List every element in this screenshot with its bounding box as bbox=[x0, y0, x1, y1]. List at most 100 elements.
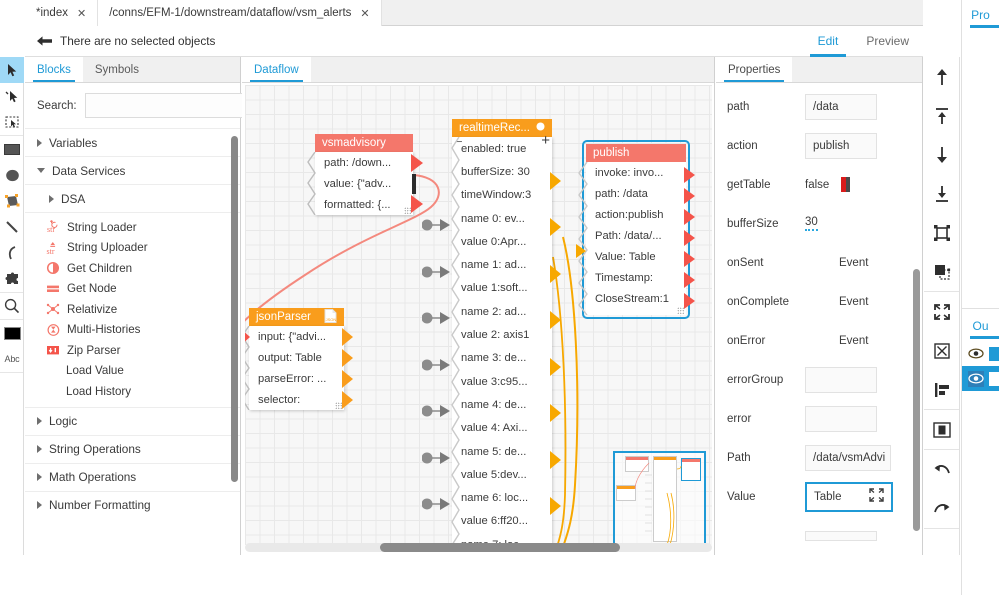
node-jsonparser[interactable]: jsonParser JSON input: {"advi... output:… bbox=[245, 308, 353, 410]
node-row[interactable]: name 1: ad... bbox=[452, 253, 552, 276]
tree-group-math-operations[interactable]: Math Operations bbox=[25, 462, 240, 491]
close-icon[interactable]: ✕ bbox=[360, 7, 369, 20]
tab-blocks[interactable]: Blocks bbox=[25, 57, 83, 82]
block-item-load-value[interactable]: Load Value bbox=[25, 361, 240, 382]
polygon-tool[interactable] bbox=[0, 188, 24, 214]
node-row[interactable]: value 6:ff20... bbox=[452, 510, 552, 533]
node-row[interactable]: Path: /data/... bbox=[586, 225, 686, 246]
resize-grip[interactable] bbox=[335, 402, 342, 409]
node-row[interactable]: invoke: invo... bbox=[586, 162, 686, 183]
tab-properties[interactable]: Properties bbox=[716, 57, 793, 82]
align-bottom-icon[interactable] bbox=[924, 135, 960, 174]
fit-to-screen-icon[interactable] bbox=[924, 292, 960, 331]
input-ports[interactable] bbox=[245, 326, 250, 410]
node-row[interactable]: formatted: {... bbox=[315, 194, 413, 215]
node-row[interactable]: name 2: ad... bbox=[452, 300, 552, 323]
back-arrow-icon[interactable] bbox=[37, 35, 52, 47]
tab-properties-partial[interactable]: Pro bbox=[962, 0, 999, 30]
node-row[interactable]: value 4: Axi... bbox=[452, 417, 552, 440]
node-row[interactable]: value: {"adv... bbox=[315, 173, 413, 194]
oncomplete-event[interactable]: Event bbox=[839, 296, 868, 308]
error-field[interactable] bbox=[805, 405, 877, 432]
marquee-select-tool[interactable] bbox=[0, 109, 24, 135]
resize-grip[interactable] bbox=[404, 207, 411, 214]
block-item-multi-histories[interactable]: Multi-Histories bbox=[25, 320, 240, 341]
ungroup-icon[interactable] bbox=[924, 252, 960, 291]
node-row[interactable]: Timestamp: bbox=[586, 267, 686, 288]
tab-outline-partial[interactable]: Ou bbox=[962, 311, 999, 341]
node-row[interactable]: input: {"advi... bbox=[249, 326, 344, 347]
dataflow-canvas[interactable]: vsmadvisory path: /down... value: {"adv.… bbox=[245, 85, 712, 545]
block-item-get-node[interactable]: Get Node bbox=[25, 279, 240, 300]
resize-grip[interactable] bbox=[677, 307, 684, 314]
line-tool[interactable] bbox=[0, 214, 24, 240]
outline-row-selected[interactable] bbox=[962, 366, 999, 391]
node-row[interactable]: value 3:c95... bbox=[452, 370, 552, 393]
tree-group-number-formatting[interactable]: Number Formatting bbox=[25, 490, 240, 519]
onsent-event[interactable]: Event bbox=[839, 257, 868, 269]
path-field[interactable]: /data bbox=[805, 93, 877, 120]
align-left-icon[interactable] bbox=[924, 370, 960, 409]
errorgroup-field[interactable] bbox=[805, 366, 877, 393]
next-field-partial[interactable] bbox=[805, 530, 877, 541]
expand-icon[interactable] bbox=[869, 488, 884, 505]
node-row[interactable]: name 3: de... bbox=[452, 347, 552, 370]
tab-preview[interactable]: Preview bbox=[852, 26, 923, 57]
tab-symbols[interactable]: Symbols bbox=[82, 57, 151, 82]
ellipse-tool[interactable] bbox=[0, 162, 24, 188]
path-upper-field[interactable]: /data/vsmAdvi bbox=[805, 444, 891, 471]
block-item-load-history[interactable]: Load History bbox=[25, 381, 240, 402]
blocks-panel-scrollbar[interactable] bbox=[231, 136, 238, 482]
node-row[interactable]: name 5: de... bbox=[452, 440, 552, 463]
node-row[interactable]: action:publish bbox=[586, 204, 686, 225]
node-row[interactable]: name 0: ev... bbox=[452, 207, 552, 230]
select-pointer-tool[interactable] bbox=[0, 57, 24, 83]
fill-color-swatch[interactable] bbox=[0, 320, 24, 346]
node-row[interactable]: timeWindow:3 bbox=[452, 184, 552, 207]
node-vsmadvisory[interactable]: vsmadvisory path: /down... value: {"adv.… bbox=[307, 134, 423, 215]
node-row[interactable]: selector: bbox=[249, 389, 344, 410]
curve-tool[interactable] bbox=[0, 240, 24, 266]
scrollbar-thumb[interactable] bbox=[380, 543, 620, 552]
outline-row[interactable] bbox=[962, 341, 999, 366]
properties-scrollbar[interactable] bbox=[913, 269, 920, 531]
expand-button[interactable]: + bbox=[541, 133, 550, 148]
tab-vsm-alerts[interactable]: /conns/EFM-1/downstream/dataflow/vsm_ale… bbox=[98, 0, 382, 26]
tree-group-data-services[interactable]: Data Services bbox=[25, 156, 240, 184]
block-item-relativize[interactable]: Relativize bbox=[25, 299, 240, 320]
direct-select-tool[interactable] bbox=[0, 83, 24, 109]
node-row[interactable]: parseError: ... bbox=[249, 368, 344, 389]
search-input[interactable] bbox=[84, 93, 253, 118]
node-realtimerec[interactable]: realtimeRec... − + enabled: true bufferS… bbox=[422, 119, 561, 545]
node-row[interactable]: value 5:dev... bbox=[452, 463, 552, 486]
node-row[interactable]: name 6: loc... bbox=[452, 486, 552, 509]
value-field[interactable]: Table bbox=[805, 481, 893, 512]
node-row[interactable]: value 0:Apr... bbox=[452, 230, 552, 253]
node-row[interactable]: value 2: axis1 bbox=[452, 323, 552, 346]
output-ports[interactable] bbox=[550, 139, 563, 545]
zoom-tool[interactable] bbox=[0, 293, 24, 319]
node-row[interactable]: output: Table bbox=[249, 347, 344, 368]
eye-icon[interactable] bbox=[968, 346, 984, 362]
undo-icon[interactable] bbox=[924, 450, 960, 489]
align-top-icon[interactable] bbox=[924, 57, 960, 96]
block-item-string-loader[interactable]: str String Loader bbox=[25, 217, 240, 238]
tab-dataflow[interactable]: Dataflow bbox=[242, 57, 311, 82]
puzzle-block-tool[interactable] bbox=[0, 266, 24, 292]
block-item-string-uploader[interactable]: str String Uploader bbox=[25, 238, 240, 259]
group-icon[interactable] bbox=[924, 213, 960, 252]
node-row[interactable]: name 4: de... bbox=[452, 393, 552, 416]
node-publish[interactable]: publish invoke: invo... path: /data acti… bbox=[576, 140, 695, 319]
output-ports[interactable] bbox=[684, 164, 696, 317]
tree-subgroup-dsa[interactable]: DSA bbox=[25, 184, 240, 212]
output-ports[interactable] bbox=[342, 326, 355, 410]
node-row[interactable]: Value: Table bbox=[586, 246, 686, 267]
tree-group-variables[interactable]: Variables bbox=[25, 128, 240, 156]
send-to-back-icon[interactable] bbox=[924, 174, 960, 213]
block-item-get-children[interactable]: Get Children bbox=[25, 258, 240, 279]
input-ports[interactable] bbox=[576, 162, 588, 315]
text-tool[interactable]: Abc bbox=[0, 346, 24, 372]
tab-edit[interactable]: Edit bbox=[804, 26, 853, 57]
redo-icon[interactable] bbox=[924, 489, 960, 528]
node-row[interactable]: value 1:soft... bbox=[452, 277, 552, 300]
